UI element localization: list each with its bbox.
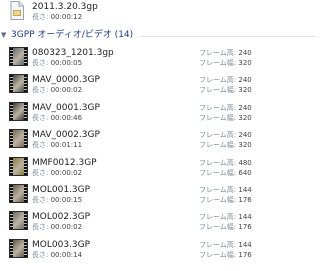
file-duration: 長さ: 00:00:46 — [32, 113, 83, 122]
list-item[interactable]: MAV_0001.3GP 長さ: 00:00:46 フレーム高: 240 フレーム幅:… — [0, 101, 320, 127]
film-strip-right — [24, 157, 27, 175]
frame-width: フレーム幅: 176 — [199, 223, 252, 232]
film-strip-left — [10, 130, 13, 148]
video-thumbnail-icon — [9, 47, 28, 66]
thumbnail-image — [13, 75, 24, 93]
file-name: MOL001.3GP — [32, 185, 91, 195]
file-duration: 長さ: 00:00:14 — [32, 250, 83, 259]
frame-height: フレーム高: 240 — [199, 103, 252, 112]
thumbnail-image — [13, 212, 24, 230]
frame-width: フレーム幅: 320 — [199, 141, 252, 150]
frame-width: フレーム幅: 640 — [199, 168, 252, 177]
film-strip-right — [24, 212, 27, 230]
file-duration: 長さ: 00:00:05 — [32, 59, 83, 67]
film-strip-left — [10, 48, 13, 65]
frame-width: フレーム幅: 320 — [199, 59, 252, 67]
film-strip-left — [10, 239, 13, 257]
film-strip-right — [24, 130, 27, 148]
thumbnail-image — [13, 130, 24, 148]
thumbnail-image — [13, 157, 24, 175]
film-strip-left — [10, 185, 13, 202]
frame-width: フレーム幅: 176 — [199, 250, 252, 259]
frame-width: フレーム幅: 176 — [199, 196, 252, 204]
list-item-top[interactable]: 2011.3.20.3gp 長さ: 00:00:12 — [0, 0, 320, 22]
frame-width: フレーム幅: 320 — [199, 113, 252, 122]
list-item[interactable]: MOL001.3GP 長さ: 00:00:15 フレーム高: 144 フレーム幅: 1… — [0, 183, 320, 209]
file-name: MMF0012.3GP — [32, 157, 97, 168]
film-strip-left — [10, 75, 13, 93]
thumbnail-image — [13, 102, 24, 120]
frame-width: フレーム幅: 320 — [199, 86, 252, 95]
film-strip-left — [10, 212, 13, 230]
frame-height: フレーム高: 480 — [199, 158, 252, 167]
film-strip-right — [24, 239, 27, 257]
chevron-down-icon[interactable]: ▼ — [1, 30, 6, 40]
frame-height: フレーム高: 144 — [199, 186, 252, 194]
file-duration: 長さ: 00:00:12 — [32, 13, 83, 21]
frame-height: フレーム高: 144 — [199, 240, 252, 249]
file-name: MAV_0001.3GP — [32, 102, 100, 113]
frame-height: フレーム高: 144 — [199, 213, 252, 222]
list-item[interactable]: MAV_0000.3GP 長さ: 00:00:02 フレーム高: 240 フレーム幅:… — [0, 73, 320, 99]
film-strip-right — [24, 102, 27, 120]
group-divider — [140, 36, 316, 37]
film-strip-left — [10, 157, 13, 175]
file-list-view: 2011.3.20.3gp 長さ: 00:00:12 ▼ 3GPP オーディオ/… — [0, 0, 320, 271]
thumbnail-image — [13, 185, 24, 202]
film-strip-right — [24, 48, 27, 65]
file-duration: 長さ: 00:00:15 — [32, 196, 83, 204]
video-thumbnail-icon — [9, 184, 28, 203]
file-duration: 長さ: 00:01:11 — [32, 141, 83, 150]
file-duration: 長さ: 00:00:02 — [32, 168, 83, 177]
group-title: 3GPP オーディオ/ビデオ (14) — [11, 30, 134, 40]
file-name: 2011.3.20.3gp — [32, 2, 98, 12]
video-thumbnail-icon — [9, 74, 28, 94]
file-name: MOL002.3GP — [32, 212, 91, 223]
video-thumbnail-icon — [9, 156, 28, 176]
group-header[interactable]: ▼ 3GPP オーディオ/ビデオ (14) — [0, 27, 320, 43]
file-duration: 長さ: 00:00:02 — [32, 86, 83, 95]
film-strip-left — [10, 102, 13, 120]
thumbnail-image — [13, 48, 24, 65]
video-thumbnail-icon — [9, 211, 28, 231]
video-thumbnail-icon — [9, 129, 28, 149]
film-strip-right — [24, 185, 27, 202]
frame-height: フレーム高: 240 — [199, 131, 252, 140]
list-item[interactable]: MOL003.3GP 長さ: 00:00:14 フレーム高: 144 フレーム幅: 1… — [0, 238, 320, 264]
frame-height: フレーム高: 240 — [199, 76, 252, 85]
list-item[interactable]: MOL002.3GP 長さ: 00:00:02 フレーム高: 144 フレーム幅: 1… — [0, 210, 320, 236]
film-strip-right — [24, 75, 27, 93]
file-name: 080323_1201.3gp — [32, 48, 114, 58]
video-file-icon — [10, 1, 24, 20]
list-item[interactable]: MAV_0002.3GP 長さ: 00:01:11 フレーム高: 240 フレーム幅:… — [0, 128, 320, 154]
file-name: MAV_0000.3GP — [32, 75, 100, 86]
list-item[interactable]: MMF0012.3GP 長さ: 00:00:02 フレーム高: 480 フレーム幅: … — [0, 156, 320, 182]
file-duration: 長さ: 00:00:02 — [32, 223, 83, 232]
video-thumbnail-icon — [9, 101, 28, 121]
video-thumbnail-icon — [9, 238, 28, 258]
file-name: MOL003.3GP — [32, 239, 91, 250]
file-name: MAV_0002.3GP — [32, 130, 100, 141]
thumbnail-image — [13, 239, 24, 257]
frame-height: フレーム高: 240 — [199, 49, 252, 57]
list-item[interactable]: 080323_1201.3gp 長さ: 00:00:05 フレーム高: 240 フレー… — [0, 46, 320, 72]
